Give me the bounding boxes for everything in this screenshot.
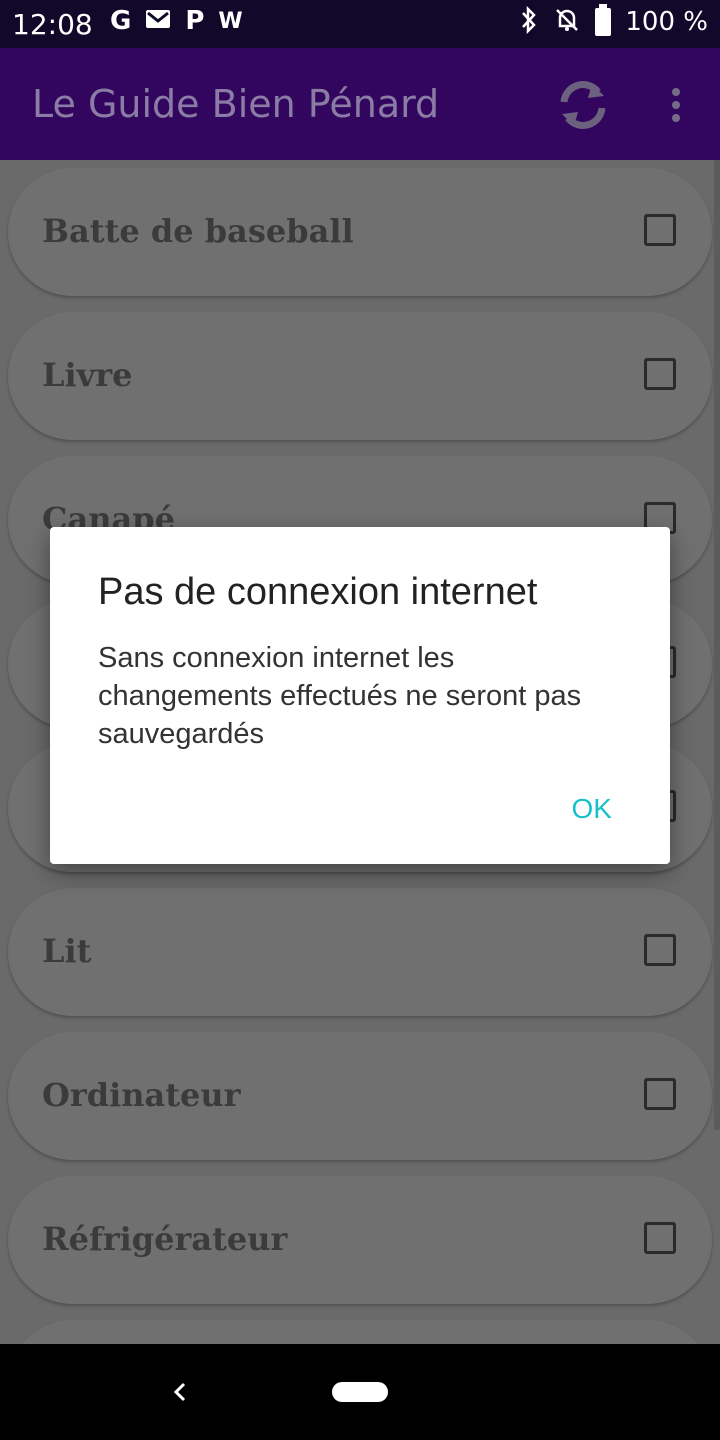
item-label: Réfrigérateur <box>42 1220 288 1258</box>
overflow-menu-button[interactable] <box>658 82 694 128</box>
app-bar: Le Guide Bien Pénard <box>0 48 720 160</box>
battery-percentage: 100 % <box>625 7 708 37</box>
mail-icon <box>145 6 171 36</box>
dialog-title: Pas de connexion internet <box>98 571 538 613</box>
item-label: Lit <box>42 932 92 970</box>
dialog-message: Sans connexion internet les changements … <box>98 642 582 750</box>
list-item[interactable]: Ordinateur <box>8 1032 712 1160</box>
battery-icon <box>595 4 612 36</box>
list-item[interactable]: Livre <box>8 312 712 440</box>
refresh-button[interactable] <box>552 76 614 134</box>
item-label: Ordinateur <box>42 1076 241 1114</box>
list-item[interactable]: Lit <box>8 888 712 1016</box>
no-connection-dialog: Pas de connexion internet Sans connexion… <box>50 527 670 864</box>
refresh-icon <box>560 81 606 129</box>
item-label: Batte de baseball <box>42 212 354 250</box>
ok-button[interactable]: OK <box>572 793 612 825</box>
item-checkbox[interactable] <box>644 934 676 966</box>
back-button[interactable] <box>168 1376 192 1408</box>
item-label: Livre <box>42 356 133 394</box>
bluetooth-icon <box>519 5 539 38</box>
back-icon <box>173 1382 186 1402</box>
status-indicators: 100 % <box>519 4 708 38</box>
status-time: 12:08 <box>12 8 93 41</box>
overflow-menu-icon <box>672 88 680 96</box>
notification-icons: G P W <box>110 6 243 36</box>
p-notification-icon: P <box>185 6 205 36</box>
item-checkbox[interactable] <box>644 1078 676 1110</box>
status-bar: 12:08 G P W 100 % <box>0 0 720 48</box>
item-checkbox[interactable] <box>644 1222 676 1254</box>
list-item[interactable]: Batte de baseball <box>8 168 712 296</box>
item-checkbox[interactable] <box>644 358 676 390</box>
scrollbar[interactable] <box>714 160 720 1130</box>
item-checkbox[interactable] <box>644 214 676 246</box>
w-notification-icon: W <box>218 8 243 34</box>
list-item[interactable] <box>8 1320 712 1344</box>
app-title: Le Guide Bien Pénard <box>32 82 440 126</box>
list-item[interactable]: Réfrigérateur <box>8 1176 712 1304</box>
google-notification-icon: G <box>110 6 132 36</box>
home-button[interactable] <box>332 1382 388 1402</box>
bell-off-icon <box>553 6 581 38</box>
